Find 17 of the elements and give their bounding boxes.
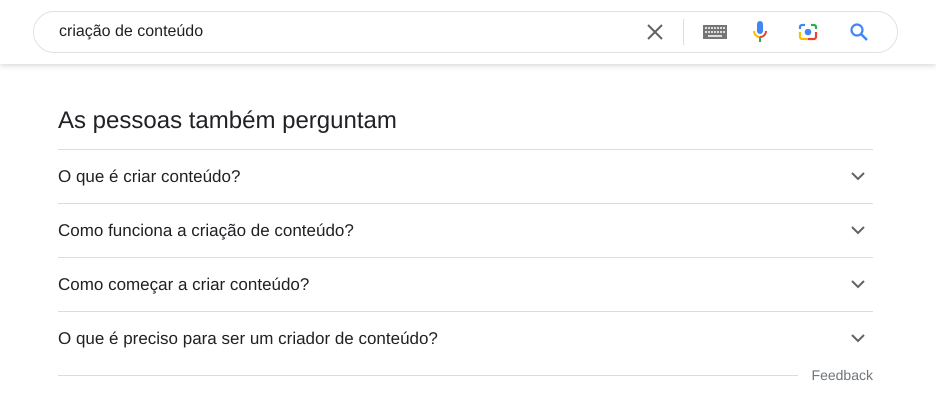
- question-item[interactable]: Como funciona a criação de conteúdo?: [58, 203, 873, 257]
- chevron-icon: [851, 226, 865, 235]
- chevron-icon: [851, 280, 865, 289]
- search-input[interactable]: criação de conteúdo: [59, 23, 646, 41]
- keyboard-icon[interactable]: [703, 25, 727, 39]
- camera-icon[interactable]: [797, 22, 819, 42]
- search-field[interactable]: criação de conteúdo: [33, 11, 898, 53]
- question-item[interactable]: O que é preciso para ser um criador de conteúdo?: [58, 311, 873, 365]
- microphone-icon[interactable]: [752, 20, 768, 44]
- feedback-link[interactable]: Feedback: [812, 367, 873, 383]
- search-icon[interactable]: [849, 22, 869, 42]
- chevron-icon: [851, 172, 865, 181]
- close-icon[interactable]: [646, 23, 664, 41]
- question-item[interactable]: O que é criar conteúdo?: [58, 149, 873, 203]
- section-title: As pessoas também perguntam: [58, 107, 398, 135]
- question-item[interactable]: Como começar a criar conteúdo?: [58, 257, 873, 311]
- chevron-icon: [851, 334, 865, 343]
